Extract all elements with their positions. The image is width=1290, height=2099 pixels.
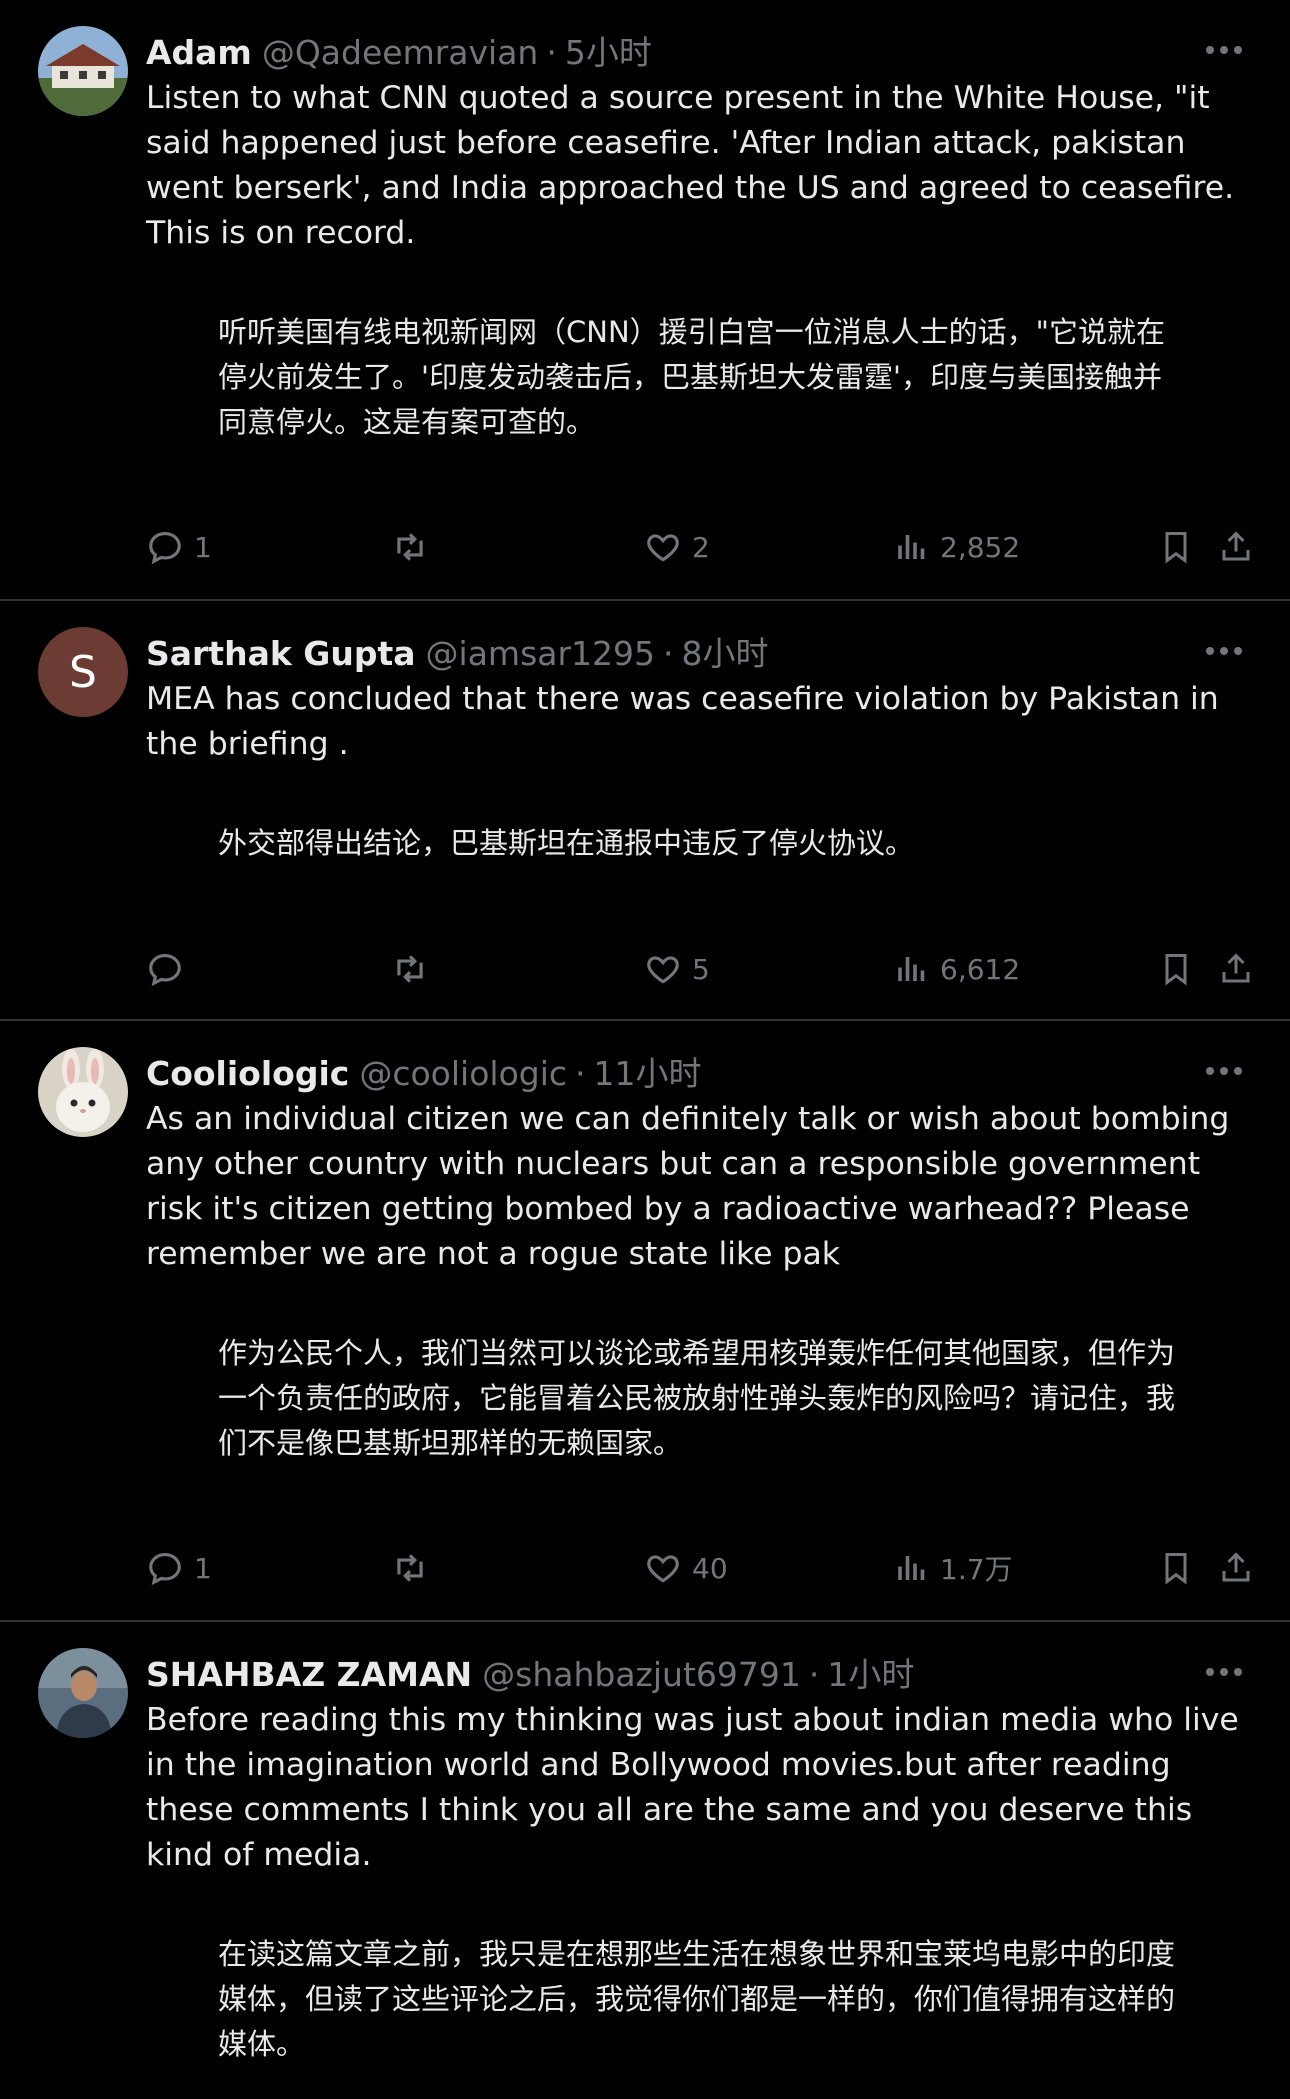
views-button[interactable]: 6,612: [894, 950, 1020, 988]
tweet[interactable]: Adam @Qadeemravian · 5小时 Listen to what …: [0, 0, 1290, 601]
like-button[interactable]: 40: [644, 1549, 728, 1587]
author-name[interactable]: SHAHBAZ ZAMAN: [146, 1655, 472, 1694]
reply-count: 1: [194, 530, 212, 564]
author-handle[interactable]: @shahbazjut69791: [482, 1655, 801, 1694]
timestamp[interactable]: 1小时: [827, 1648, 914, 1696]
views-icon: [898, 535, 925, 559]
avatar[interactable]: S: [38, 627, 128, 717]
more-icon[interactable]: [1204, 645, 1244, 657]
tweet-header: Sarthak Gupta @iamsar1295 · 8小时: [146, 627, 1244, 677]
retweet-icon: [397, 1554, 423, 1582]
tweet-header: Cooliologic @cooliologic · 11小时: [146, 1047, 1244, 1097]
tweet-header: SHAHBAZ ZAMAN @shahbazjut69791 · 1小时: [146, 1648, 1244, 1698]
reply-button[interactable]: 1: [146, 1549, 212, 1587]
retweet-button[interactable]: [390, 1549, 440, 1587]
reply-button[interactable]: 1: [146, 528, 212, 566]
action-bar: 5 6,612: [146, 944, 1254, 994]
translation-text: 作为公民个人，我们当然可以谈论或希望用核弹轰炸任何其他国家，但作为一个负责任的政…: [218, 1336, 1176, 1460]
share-button[interactable]: [1218, 1549, 1254, 1587]
bookmark-icon: [1165, 1553, 1187, 1585]
tweet-text: As an individual citizen we can definite…: [146, 1101, 1230, 1272]
tweet[interactable]: SHAHBAZ ZAMAN @shahbazjut69791 · 1小时 Bef…: [0, 1622, 1290, 2099]
tweet-text: MEA has concluded that there was ceasefi…: [146, 681, 1219, 762]
reply-icon: [149, 1552, 181, 1586]
view-count: 1.7万: [940, 1553, 1013, 1586]
more-icon[interactable]: [1204, 1666, 1244, 1678]
retweet-button[interactable]: [390, 950, 440, 988]
translation-text: 听听美国有线电视新闻网（CNN）援引白宫一位消息人士的话，"它说就在停火前发生了…: [218, 315, 1165, 439]
separator-dot: ·: [575, 1054, 586, 1093]
translation-text: 外交部得出结论，巴基斯坦在通报中违反了停火协议。: [218, 826, 915, 860]
views-button[interactable]: 2,852: [894, 528, 1020, 566]
separator-dot: ·: [546, 33, 557, 72]
like-button[interactable]: 2: [644, 528, 710, 566]
heart-icon: [647, 956, 679, 984]
retweet-icon: [397, 533, 423, 561]
author-handle[interactable]: @Qadeemravian: [262, 33, 539, 72]
heart-icon: [647, 534, 679, 562]
author-name[interactable]: Sarthak Gupta: [146, 634, 416, 673]
tweet-header: Adam @Qadeemravian · 5小时: [146, 26, 1244, 76]
reply-icon: [149, 531, 181, 565]
more-icon[interactable]: [1204, 44, 1244, 56]
translation-text: 在读这篇文章之前，我只是在想那些生活在想象世界和宝莱坞电影中的印度媒体，但读了这…: [218, 1937, 1176, 2061]
avatar[interactable]: [38, 1047, 128, 1137]
separator-dot: ·: [663, 634, 674, 673]
reply-feed: Adam @Qadeemravian · 5小时 Listen to what …: [0, 0, 1290, 2099]
avatar[interactable]: [38, 1648, 128, 1738]
share-icon: [1222, 953, 1250, 983]
bookmark-icon: [1165, 954, 1187, 986]
author-name[interactable]: Adam: [146, 33, 252, 72]
views-button[interactable]: 1.7万: [894, 1548, 1013, 1588]
action-bar: 1 40 1.7万: [146, 1543, 1254, 1593]
like-button[interactable]: 5: [644, 950, 710, 988]
timestamp[interactable]: 11小时: [594, 1047, 702, 1095]
avatar[interactable]: [38, 26, 128, 116]
tweet[interactable]: Cooliologic @cooliologic · 11小时 As an in…: [0, 1021, 1290, 1622]
like-count: 5: [692, 952, 710, 986]
retweet-icon: [397, 955, 423, 983]
share-button[interactable]: [1218, 528, 1254, 566]
bookmark-button[interactable]: [1158, 528, 1194, 566]
author-handle[interactable]: @cooliologic: [359, 1054, 567, 1093]
tweet-text: Before reading this my thinking was just…: [146, 1702, 1239, 1873]
share-button[interactable]: [1218, 950, 1254, 988]
author-handle[interactable]: @iamsar1295: [426, 634, 656, 673]
tweet-text: Listen to what CNN quoted a source prese…: [146, 80, 1235, 251]
like-count: 2: [692, 530, 710, 564]
share-icon: [1222, 531, 1250, 561]
bookmark-button[interactable]: [1158, 950, 1194, 988]
tweet[interactable]: S Sarthak Gupta @iamsar1295 · 8小时 MEA ha…: [0, 601, 1290, 1021]
bookmark-button[interactable]: [1158, 1549, 1194, 1587]
author-name[interactable]: Cooliologic: [146, 1054, 349, 1093]
timestamp[interactable]: 5小时: [565, 26, 652, 74]
like-count: 40: [692, 1551, 728, 1585]
timestamp[interactable]: 8小时: [682, 627, 769, 675]
heart-icon: [647, 1555, 679, 1583]
view-count: 2,852: [940, 530, 1021, 564]
reply-button[interactable]: [146, 950, 194, 988]
bookmark-icon: [1165, 532, 1187, 564]
retweet-button[interactable]: [390, 528, 440, 566]
views-icon: [898, 957, 925, 981]
more-icon[interactable]: [1204, 1065, 1244, 1077]
reply-count: 1: [194, 1551, 212, 1585]
action-bar: 1 2 2,852: [146, 522, 1254, 572]
views-icon: [898, 1556, 925, 1580]
separator-dot: ·: [808, 1655, 820, 1694]
view-count: 6,612: [940, 952, 1021, 986]
share-icon: [1222, 1552, 1250, 1582]
reply-icon: [149, 953, 181, 987]
